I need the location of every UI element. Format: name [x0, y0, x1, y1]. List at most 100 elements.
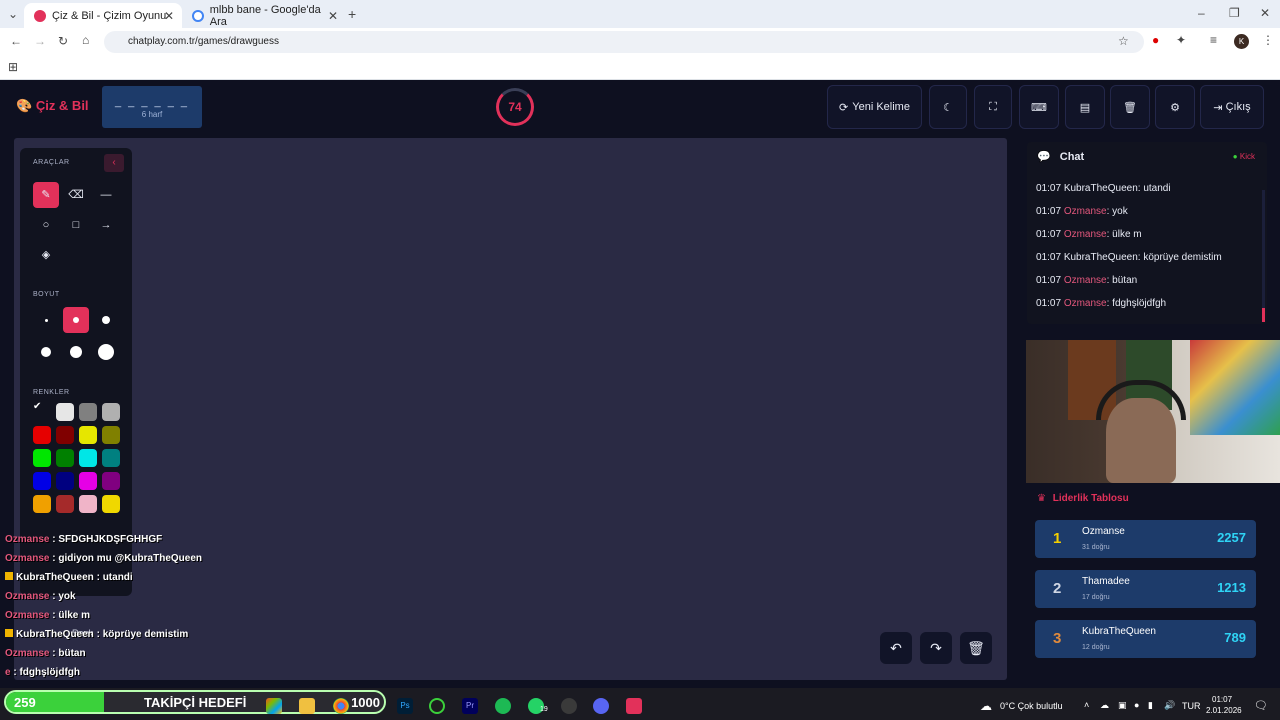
weather-cloud-icon: ☁: [980, 699, 992, 713]
overlay-chat-message: Ozmanse : ülke m: [5, 610, 91, 621]
home-icon[interactable]: ⌂: [82, 33, 89, 47]
vivaldi-app-icon[interactable]: [626, 698, 642, 714]
tab-list-icon[interactable]: ⌄: [8, 7, 18, 21]
color-swatch[interactable]: [79, 426, 97, 444]
color-swatch[interactable]: [79, 449, 97, 467]
bookmark-star-icon[interactable]: ☆: [1118, 34, 1129, 48]
undo-button[interactable]: ↶: [880, 632, 912, 664]
photoshop-app-icon[interactable]: Ps: [397, 698, 413, 714]
keyboard-button[interactable]: ⌨: [1019, 85, 1059, 129]
circle-tool[interactable]: ○: [33, 212, 59, 238]
size-option-1[interactable]: [33, 307, 59, 333]
discord-app-icon[interactable]: [593, 698, 609, 714]
size-option-5[interactable]: [63, 339, 89, 365]
battery-icon[interactable]: ▮: [1148, 700, 1153, 711]
upwork-app-icon[interactable]: [429, 698, 445, 714]
minimize-icon[interactable]: –: [1198, 6, 1205, 20]
color-swatch[interactable]: [102, 403, 120, 421]
microphone-icon[interactable]: ●: [1134, 700, 1139, 710]
color-swatch[interactable]: [33, 449, 51, 467]
new-tab-icon[interactable]: +: [348, 6, 356, 22]
profile-avatar[interactable]: K: [1234, 34, 1249, 49]
leaderboard-title: ♛ Liderlik Tablosu: [1037, 493, 1129, 504]
brush-tool[interactable]: ✎: [33, 182, 59, 208]
color-swatch[interactable]: [33, 495, 51, 513]
tab-google[interactable]: mlbb bane - Google'da Ara ✕: [182, 3, 346, 28]
clear-canvas-button[interactable]: 🗑: [960, 632, 992, 664]
cloud-icon[interactable]: ☁: [1100, 700, 1109, 711]
extension-icon[interactable]: ●: [1152, 33, 1159, 47]
scrollbar-thumb[interactable]: [1262, 308, 1265, 322]
size-option-3[interactable]: [93, 307, 119, 333]
color-swatch[interactable]: [102, 426, 120, 444]
settings-button[interactable]: ⚙: [1155, 85, 1195, 129]
paint-bucket-icon: ◈: [41, 249, 51, 261]
color-swatch[interactable]: [102, 449, 120, 467]
dark-mode-button[interactable]: ☾: [929, 85, 967, 129]
size-option-2[interactable]: [63, 307, 89, 333]
show-hidden-icons-icon[interactable]: ˄: [1084, 700, 1089, 710]
obs-app-icon[interactable]: [561, 698, 577, 714]
color-swatch[interactable]: [56, 403, 74, 421]
color-swatch[interactable]: [79, 403, 97, 421]
url-field[interactable]: chatplay.com.tr/games/drawguess: [104, 31, 1144, 53]
weather-text[interactable]: 0°C Çok bulutlu: [1000, 701, 1063, 711]
size-option-6[interactable]: [93, 339, 119, 365]
overlay-user: Ozmanse: [5, 534, 50, 545]
chrome-app-icon[interactable]: [333, 698, 349, 714]
devices-icon[interactable]: ▣: [1118, 700, 1127, 711]
delete-button[interactable]: 🗑: [1110, 85, 1150, 129]
word-length: 6 harf: [141, 110, 163, 119]
close-window-icon[interactable]: ✕: [1260, 6, 1270, 20]
notifications-icon[interactable]: 🗨: [1254, 699, 1268, 712]
color-swatch[interactable]: [33, 472, 51, 490]
premiere-app-icon[interactable]: Pr: [462, 698, 478, 714]
color-swatch[interactable]: [102, 495, 120, 513]
keyboard-language[interactable]: TUR: [1182, 701, 1201, 711]
exit-button[interactable]: ⇥ Çıkış: [1200, 85, 1264, 129]
arrow-tool[interactable]: →: [93, 212, 119, 238]
clock-date[interactable]: 2.01.2026: [1206, 706, 1242, 715]
color-swatch[interactable]: [33, 426, 51, 444]
rectangle-tool[interactable]: □: [63, 212, 89, 238]
color-swatch[interactable]: [56, 449, 74, 467]
color-swatch[interactable]: [102, 472, 120, 490]
overlay-text: yok: [58, 591, 76, 602]
clock-time[interactable]: 01:07: [1212, 695, 1232, 704]
color-swatch[interactable]: [56, 495, 74, 513]
restore-icon[interactable]: ❐: [1229, 6, 1240, 20]
eraser-tool[interactable]: ⌫: [63, 182, 89, 208]
volume-icon[interactable]: 🔊: [1164, 700, 1175, 711]
media-icon[interactable]: ≡: [1210, 33, 1217, 47]
color-swatch[interactable]: [56, 426, 74, 444]
fullscreen-button[interactable]: ⛶: [974, 85, 1012, 129]
back-icon[interactable]: ←: [10, 34, 22, 48]
tab-close-icon[interactable]: ✕: [164, 9, 174, 23]
extensions-puzzle-icon[interactable]: ✦: [1176, 33, 1186, 47]
tab-close-icon[interactable]: ✕: [328, 9, 338, 23]
color-swatch[interactable]: [56, 472, 74, 490]
player-name: Ozmanse: [1082, 526, 1125, 537]
menu-dots-icon[interactable]: ⋮: [1262, 33, 1274, 47]
collapse-toolbox-button[interactable]: ‹: [104, 154, 124, 172]
size-option-4[interactable]: [33, 339, 59, 365]
arrow-right-icon: →: [100, 219, 112, 231]
file-explorer-icon[interactable]: [299, 698, 315, 714]
line-tool[interactable]: —: [93, 182, 119, 208]
forward-icon[interactable]: →: [34, 34, 46, 48]
color-swatch[interactable]: [79, 472, 97, 490]
fill-tool[interactable]: ◈: [33, 242, 59, 268]
redo-button[interactable]: ↷: [920, 632, 952, 664]
copilot-app-icon[interactable]: [266, 698, 282, 714]
fullscreen-icon: ⛶: [989, 100, 997, 113]
chat-scrollbar[interactable]: [1262, 190, 1265, 322]
reload-icon[interactable]: ↻: [58, 34, 68, 48]
color-swatch[interactable]: [79, 495, 97, 513]
apps-grid-icon[interactable]: ⊞: [8, 60, 18, 74]
tab-active[interactable]: Çiz & Bil - Çizim Oyunu ✕: [24, 3, 182, 28]
drawing-canvas[interactable]: [14, 138, 1007, 680]
spotify-app-icon[interactable]: [495, 698, 511, 714]
message-text: fdghşlöjdfgh: [1112, 298, 1167, 309]
new-word-button[interactable]: ⟳ Yeni Kelime: [827, 85, 922, 129]
archive-button[interactable]: ▤: [1065, 85, 1105, 129]
